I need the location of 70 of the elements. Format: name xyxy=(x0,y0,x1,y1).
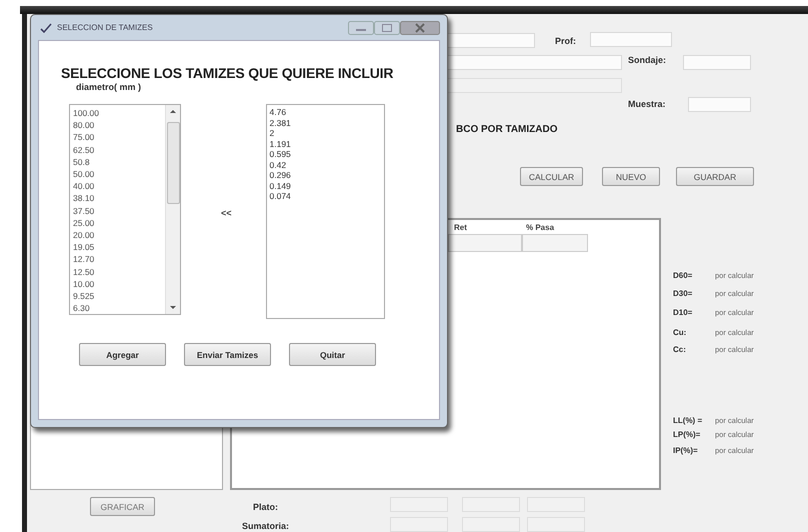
list-item[interactable]: 0.149 xyxy=(270,180,381,191)
form-button[interactable]: GUARDAR xyxy=(676,167,754,186)
dialog-title: SELECCION DE TAMIZES xyxy=(57,23,153,32)
result-label: Cc: xyxy=(673,345,686,354)
muestra-label: Muestra: xyxy=(628,99,666,109)
total-label: Sumatoria: xyxy=(242,521,290,531)
scroll-down-icon[interactable] xyxy=(169,305,177,310)
close-icon[interactable] xyxy=(400,20,440,34)
sondaje-label: Sondaje: xyxy=(628,55,666,65)
unit-label: diametro( mm ) xyxy=(76,82,142,92)
list-item[interactable]: 2.381 xyxy=(270,118,381,128)
total-label: Plato: xyxy=(253,502,278,512)
scroll-up-icon[interactable] xyxy=(169,109,177,114)
form-button[interactable]: CALCULAR xyxy=(520,167,583,186)
text-field[interactable] xyxy=(688,97,751,112)
dialog-button[interactable]: Agregar xyxy=(79,343,166,366)
list-item[interactable]: 0.296 xyxy=(270,170,381,180)
text-field[interactable] xyxy=(683,55,751,70)
list-item[interactable]: 38.10 xyxy=(73,192,165,205)
minimize-icon[interactable] xyxy=(348,20,374,34)
list-item[interactable]: 12.50 xyxy=(73,266,165,278)
list-item[interactable]: 100.00 xyxy=(73,107,165,120)
list-item[interactable]: 2 xyxy=(270,128,381,138)
list-item[interactable]: 62.50 xyxy=(73,144,165,156)
result-label: D30= xyxy=(673,289,692,298)
form-button[interactable]: NUEVO xyxy=(602,167,660,186)
list-item[interactable]: 0.074 xyxy=(270,191,381,202)
result-label: D10= xyxy=(673,308,692,317)
column-header: % Pasa xyxy=(526,223,554,232)
limit-label: IP(%)= xyxy=(673,446,698,455)
list-item[interactable]: 0.595 xyxy=(270,149,381,160)
result-label: Cu: xyxy=(673,328,686,337)
list-item[interactable]: 1.191 xyxy=(270,138,381,149)
list-item[interactable]: 6.30 xyxy=(73,302,165,314)
list-item[interactable]: 19.05 xyxy=(73,241,165,254)
prof-label: Prof: xyxy=(555,36,576,46)
text-field[interactable] xyxy=(445,55,622,70)
scroll-thumb[interactable] xyxy=(166,122,180,204)
dialog-button[interactable]: Quitar xyxy=(289,343,376,366)
list-item[interactable]: 50.00 xyxy=(73,168,165,180)
selected-sieves-list[interactable]: 4.76 2.381 2 1.191 0.595 0.42 0.296 0.149 0.074 xyxy=(266,104,385,319)
list-item[interactable]: 40.00 xyxy=(73,180,165,192)
app-icon xyxy=(40,22,52,32)
available-sieves-list[interactable]: 100.00 80.00 75.00 62.50 50.8 50.00 40.00 38.10 37.50 25.00 20.00 19.05 12.70 12.50 10.00 9.525 6.30 xyxy=(69,104,181,315)
list-item[interactable]: 75.00 xyxy=(73,131,165,144)
table-cell xyxy=(522,234,588,252)
list-item[interactable]: 50.8 xyxy=(73,156,165,168)
list-item[interactable]: 9.525 xyxy=(73,290,165,302)
dialog-button[interactable]: Enviar Tamizes xyxy=(184,343,271,366)
scrollbar[interactable] xyxy=(165,105,180,314)
limit-label: LP(%)= xyxy=(673,430,700,439)
result-label: D60= xyxy=(673,271,692,280)
text-field[interactable] xyxy=(590,32,672,47)
list-item[interactable]: 37.50 xyxy=(73,204,165,217)
list-item[interactable]: 4.76 xyxy=(270,107,381,118)
list-item[interactable]: 12.70 xyxy=(73,253,165,266)
graph-button[interactable]: GRAFICAR xyxy=(90,497,155,516)
text-field[interactable] xyxy=(445,78,622,93)
list-item[interactable]: 10.00 xyxy=(73,278,165,290)
list-item[interactable]: 0.42 xyxy=(270,160,381,170)
maximize-icon[interactable] xyxy=(374,20,400,34)
list-item[interactable]: 25.00 xyxy=(73,216,165,230)
column-header: Ret xyxy=(454,223,467,232)
list-item[interactable]: 80.00 xyxy=(73,119,165,132)
list-item[interactable]: 20.00 xyxy=(73,229,165,242)
limit-label: LL(%) = xyxy=(673,416,702,425)
dialog-heading: SELECCIONE LOS TAMIZES QUE QUIERE INCLUIR xyxy=(61,65,394,81)
move-label: << xyxy=(221,208,232,218)
text-field[interactable] xyxy=(445,33,535,48)
section-title: BCO POR TAMIZADO xyxy=(456,124,558,135)
